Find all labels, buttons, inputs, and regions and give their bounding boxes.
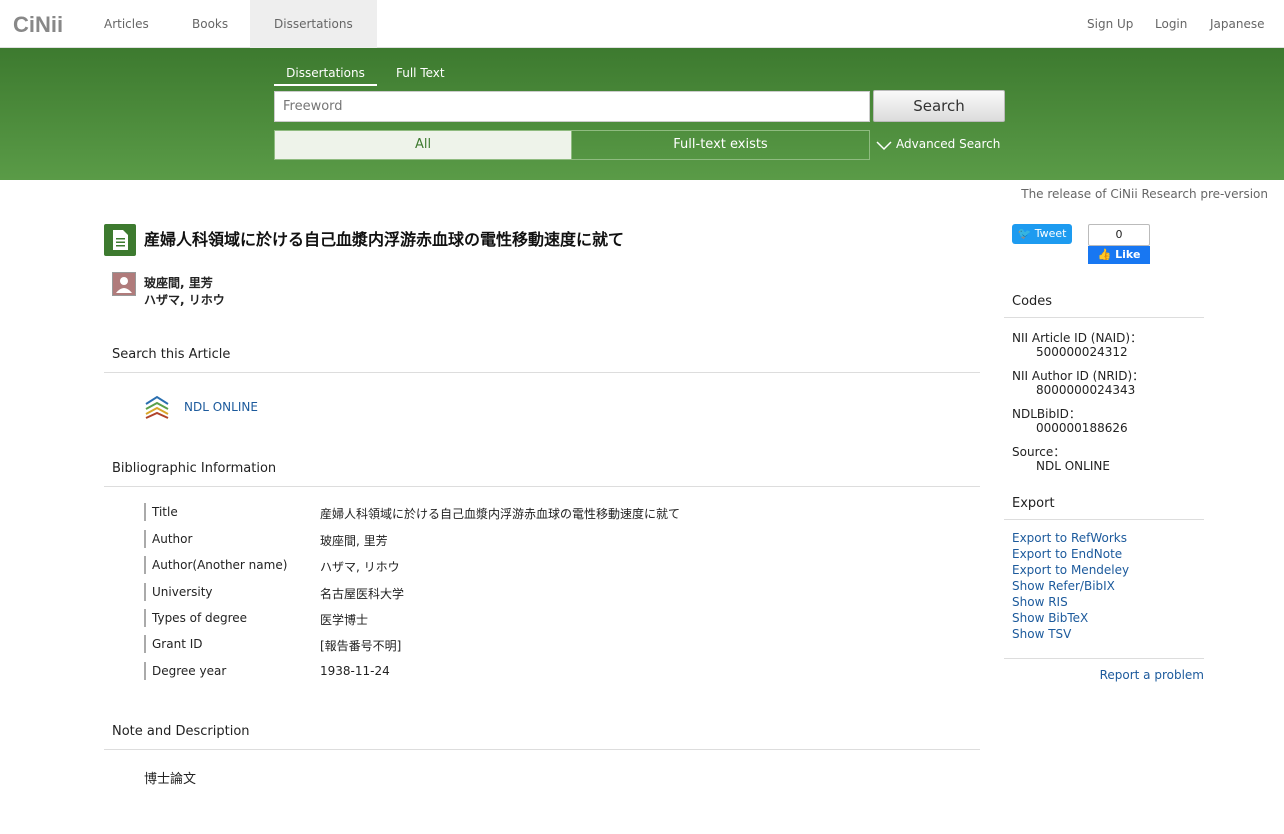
show-tsv-link[interactable]: Show TSV	[1012, 627, 1071, 641]
code-value: 000000188626	[1036, 421, 1128, 435]
code-value: 500000024312	[1036, 345, 1128, 359]
nav-tab-books[interactable]: Books	[168, 0, 252, 48]
bib-label: Types of degree	[144, 609, 247, 627]
note-heading: Note and Description	[104, 724, 980, 750]
show-bibtex-link[interactable]: Show BibTeX	[1012, 611, 1088, 625]
bib-label: University	[144, 583, 213, 601]
search-box	[274, 91, 870, 122]
search-button[interactable]: Search	[873, 90, 1005, 122]
article-title: 産婦人科領域に於ける自己血漿内浮游赤血球の電性移動速度に就て	[144, 230, 625, 249]
svg-text:CiNii: CiNii	[13, 12, 63, 37]
cinii-logo[interactable]: CiNii	[13, 11, 65, 37]
twitter-bird-icon: 🐦	[1017, 227, 1032, 240]
bib-row: Grant ID [報告番号不明]	[144, 635, 844, 653]
thumbs-up-icon: 👍	[1097, 248, 1112, 261]
bib-row: Author(Another name) ハザマ, リホウ	[144, 556, 844, 574]
top-nav: CiNii Articles Books Dissertations Sign …	[0, 0, 1284, 48]
bib-value: ハザマ, リホウ	[320, 560, 400, 574]
ndl-online-logo-icon[interactable]	[144, 394, 170, 420]
bib-value: 産婦人科領域に於ける自己血漿内浮游赤血球の電性移動速度に就て	[320, 507, 681, 521]
facebook-like-widget: 0 👍 Like	[1088, 224, 1150, 264]
bib-value: 1938-11-24	[320, 664, 390, 678]
bib-row: University 名古屋医科大学	[144, 583, 844, 601]
bib-row: Title 産婦人科領域に於ける自己血漿内浮游赤血球の電性移動速度に就て	[144, 503, 844, 521]
bib-value: 名古屋医科大学	[320, 587, 405, 601]
login-link[interactable]: Login	[1155, 0, 1187, 48]
sign-up-link[interactable]: Sign Up	[1087, 0, 1133, 48]
release-note-link[interactable]: The release of CiNii Research pre-versio…	[1021, 187, 1268, 201]
code-value: NDL ONLINE	[1036, 459, 1110, 473]
export-mendeley-link[interactable]: Export to Mendeley	[1012, 563, 1129, 577]
bib-row: Degree year 1938-11-24	[144, 662, 844, 680]
bib-label: Title	[144, 503, 178, 521]
code-label: NDLBibID：	[1012, 407, 1081, 421]
code-label: NII Article ID (NAID)：	[1012, 331, 1143, 345]
note-text: 博士論文	[144, 772, 197, 787]
search-article-heading: Search this Article	[104, 347, 980, 373]
tweet-button[interactable]: 🐦 Tweet	[1012, 224, 1072, 244]
nav-tab-dissertations[interactable]: Dissertations	[250, 0, 377, 48]
like-label: Like	[1115, 248, 1141, 261]
report-problem-link[interactable]: Report a problem	[1100, 668, 1204, 682]
codes-heading: Codes	[1004, 294, 1204, 318]
bib-value: [報告番号不明]	[320, 639, 402, 653]
document-icon	[104, 224, 136, 256]
show-refer-link[interactable]: Show Refer/BibIX	[1012, 579, 1115, 593]
bib-label: Degree year	[144, 662, 226, 680]
author-avatar-icon	[112, 272, 136, 296]
ndl-online-link[interactable]: NDL ONLINE	[184, 400, 258, 414]
like-button[interactable]: 👍 Like	[1088, 246, 1150, 264]
bib-label: Grant ID	[144, 635, 203, 653]
code-label: Source：	[1012, 445, 1066, 459]
code-value: 8000000024343	[1036, 383, 1136, 397]
author-name: 玻座間, 里芳	[144, 276, 213, 290]
search-tab-full-text[interactable]: Full Text	[396, 66, 445, 86]
like-count: 0	[1088, 224, 1150, 246]
bib-row: Author 玻座間, 里芳	[144, 530, 844, 548]
advanced-search-link[interactable]: Advanced Search	[876, 137, 1000, 151]
code-label: NII Author ID (NRID)：	[1012, 369, 1145, 383]
export-endnote-link[interactable]: Export to EndNote	[1012, 547, 1122, 561]
tweet-label: Tweet	[1034, 227, 1067, 240]
filter-full-text-toggle[interactable]: Full-text exists	[571, 130, 870, 160]
export-refworks-link[interactable]: Export to RefWorks	[1012, 531, 1127, 545]
bibliographic-heading: Bibliographic Information	[104, 461, 980, 487]
bib-value: 玻座間, 里芳	[320, 534, 388, 548]
bib-label: Author	[144, 530, 192, 548]
filter-all-toggle[interactable]: All	[274, 130, 572, 160]
search-band: Dissertations Full Text Search All Full-…	[0, 48, 1284, 180]
language-link[interactable]: Japanese	[1210, 0, 1265, 48]
author-name-kana: ハザマ, リホウ	[144, 293, 225, 307]
sidebar-divider	[1004, 658, 1204, 659]
export-heading: Export	[1004, 496, 1204, 520]
advanced-search-label: Advanced Search	[896, 137, 1001, 151]
search-input[interactable]	[283, 99, 861, 114]
nav-tab-articles[interactable]: Articles	[80, 0, 173, 48]
chevron-down-icon	[876, 140, 892, 150]
bib-row: Types of degree 医学博士	[144, 609, 844, 627]
bib-label: Author(Another name)	[144, 556, 287, 574]
bib-value: 医学博士	[320, 613, 369, 627]
search-tab-dissertations[interactable]: Dissertations	[274, 66, 377, 86]
show-ris-link[interactable]: Show RIS	[1012, 595, 1068, 609]
